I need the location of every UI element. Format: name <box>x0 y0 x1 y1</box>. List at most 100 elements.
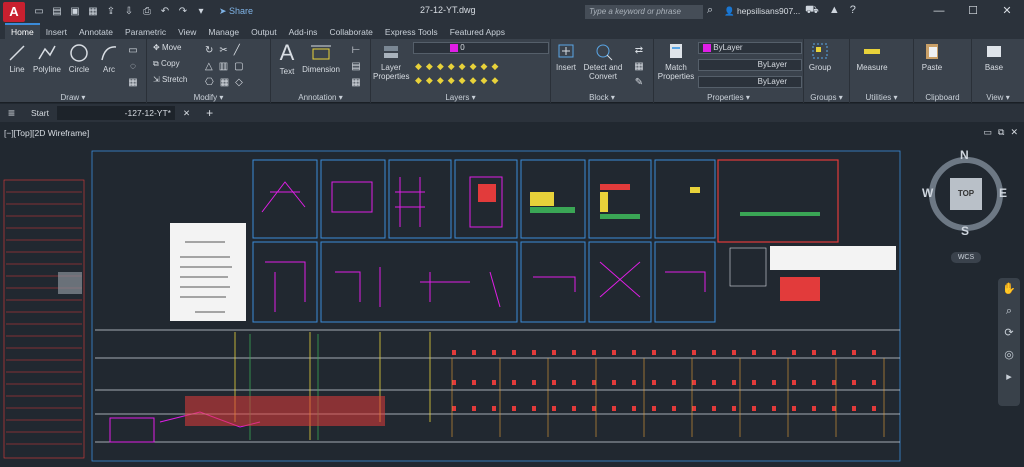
redo-icon[interactable]: ↷ <box>177 6 189 18</box>
layer-properties-label: Layer Properties <box>373 63 410 81</box>
minimize-icon[interactable]: — <box>922 0 956 23</box>
nav-tools[interactable]: ✋ ⌕ ⟳ ◎ ▸ <box>998 278 1020 388</box>
tab-start[interactable]: Start <box>23 108 57 118</box>
paste-button[interactable]: Paste <box>918 41 946 72</box>
block-panel: Insert Detect and Convert ⇄ ▦ ✎ Block ▾ <box>551 39 654 103</box>
layer-dropdown[interactable]: 0 <box>413 42 549 54</box>
copy-button[interactable]: ⧉ Copy <box>153 59 180 69</box>
linetype-value: ByLayer <box>757 60 787 69</box>
autodesk-app-icon[interactable]: ▲ <box>829 4 840 18</box>
properties-panel-label[interactable]: Properties ▾ <box>654 93 803 102</box>
customize-icon[interactable]: ▾ <box>195 6 207 18</box>
annotation-panel-label[interactable]: Annotation ▾ <box>271 93 370 102</box>
tab-collaborate[interactable]: Collaborate <box>323 25 378 39</box>
modify-extra-tools[interactable]: ↻✂╱ △▥▢ ⎔▦◇ <box>205 43 265 91</box>
text-button[interactable]: A Text <box>273 40 301 77</box>
circle-button[interactable]: Circle <box>66 43 92 74</box>
paste-icon <box>926 44 938 59</box>
match-properties-icon <box>670 44 682 58</box>
maximize-icon[interactable]: ☐ <box>956 0 990 23</box>
line-button[interactable]: Line <box>4 43 30 74</box>
clipboard-panel-label[interactable]: Clipboard <box>914 93 971 102</box>
layer-tools[interactable]: ◆◆◆◆◆◆◆◆ ◆◆◆◆◆◆◆◆ <box>415 59 545 87</box>
base-button[interactable]: Base <box>980 41 1008 72</box>
search-icon[interactable]: ⌕ <box>707 4 713 17</box>
close-tab-icon[interactable]: ✕ <box>175 108 198 119</box>
new-tab-icon[interactable]: + <box>198 106 221 120</box>
draw-panel-label[interactable]: Draw ▾ <box>0 93 146 102</box>
layer-properties-button[interactable]: Layer Properties <box>373 43 409 81</box>
utilities-panel-label[interactable]: Utilities ▾ <box>850 93 913 102</box>
match-properties-button[interactable]: Match Properties <box>656 41 696 81</box>
stretch-button[interactable]: ⇲ Stretch <box>153 75 187 84</box>
copy-icon: ⧉ <box>153 59 159 68</box>
move-button[interactable]: ✥ Move <box>153 43 182 52</box>
share-button[interactable]: ➤ Share <box>219 6 253 17</box>
text-icon: A <box>279 40 295 65</box>
layers-panel-label[interactable]: Layers ▾ <box>371 93 550 102</box>
tab-parametric[interactable]: Parametric <box>119 25 172 39</box>
cart-icon[interactable]: ⛟ <box>805 4 819 18</box>
color-dropdown[interactable]: ByLayer <box>698 42 802 54</box>
tab-featured-apps[interactable]: Featured Apps <box>444 25 511 39</box>
user-account[interactable]: 👤 hepsilisans907... <box>724 6 800 17</box>
lineweight-dropdown[interactable]: ByLayer <box>698 76 802 88</box>
wcs-dropdown[interactable]: WCS <box>951 252 981 263</box>
arc-label: Arc <box>103 65 115 74</box>
modify-panel: ✥ Move ⧉ Copy ⇲ Stretch ↻✂╱ △▥▢ ⎔▦◇ Modify… <box>147 39 271 103</box>
menu-icon[interactable]: ≡ <box>0 106 23 120</box>
viewcube-top-face[interactable]: TOP <box>950 178 982 210</box>
compass-west[interactable]: W <box>922 186 933 200</box>
tab-current-drawing[interactable]: -127-12-YT* <box>56 106 175 120</box>
compass-north[interactable]: N <box>960 148 969 162</box>
dimension-button[interactable]: Dimension <box>301 43 341 74</box>
compass-south[interactable]: S <box>961 224 969 238</box>
insert-button[interactable]: Insert <box>553 41 579 72</box>
save-as-icon[interactable]: ▦ <box>87 6 99 18</box>
tab-add-ins[interactable]: Add-ins <box>283 25 324 39</box>
undo-icon[interactable]: ↶ <box>159 6 171 18</box>
block-panel-label[interactable]: Block ▾ <box>551 93 653 102</box>
detect-convert-button[interactable]: Detect and Convert <box>581 41 625 81</box>
measure-button[interactable]: Measure <box>852 41 892 72</box>
current-layer: 0 <box>460 43 465 52</box>
group-button[interactable]: Group <box>806 41 834 72</box>
help-icon[interactable]: ? <box>850 4 856 18</box>
move-icon: ✥ <box>153 43 160 52</box>
lineweight-value: ByLayer <box>757 77 787 86</box>
tab-output[interactable]: Output <box>245 25 283 39</box>
download-icon[interactable]: ⇩ <box>123 6 135 18</box>
save-icon[interactable]: ▣ <box>69 6 81 18</box>
print-icon[interactable]: ⎙ <box>141 6 153 18</box>
title-icons: ⛟ ▲ ? <box>805 4 856 18</box>
open-file-icon[interactable]: ▤ <box>51 6 63 18</box>
search-input[interactable]: Type a keyword or phrase <box>585 5 703 19</box>
polyline-button[interactable]: Polyline <box>30 43 64 74</box>
draw-extra-tools[interactable]: ▭ ◌ ▦ <box>124 43 142 91</box>
modify-panel-label[interactable]: Modify ▾ <box>147 93 270 102</box>
tab-view[interactable]: View <box>172 25 202 39</box>
drawing-canvas[interactable]: [−][Top][2D Wireframe] ▭ ⧉ ✕ N S E W TOP… <box>0 122 1024 467</box>
tab-manage[interactable]: Manage <box>202 25 245 39</box>
tab-annotate[interactable]: Annotate <box>73 25 119 39</box>
navigation-bar: ✋ ⌕ ⟳ ◎ ▸ <box>998 278 1020 406</box>
group-icon <box>812 43 828 59</box>
tab-home[interactable]: Home <box>5 23 40 39</box>
groups-panel-label[interactable]: Groups ▾ <box>804 93 849 102</box>
new-file-icon[interactable]: ▭ <box>33 6 45 18</box>
linetype-dropdown[interactable]: ByLayer <box>698 59 802 71</box>
arc-button[interactable]: Arc <box>96 43 122 74</box>
viewcube[interactable]: N S E W TOP <box>922 148 1010 238</box>
upload-icon[interactable]: ⇪ <box>105 6 117 18</box>
tab-insert[interactable]: Insert <box>40 25 73 39</box>
close-icon[interactable]: ✕ <box>990 0 1024 23</box>
move-label: Move <box>161 43 182 52</box>
app-logo[interactable]: A <box>3 1 25 22</box>
tab-express-tools[interactable]: Express Tools <box>379 25 444 39</box>
line-icon <box>9 45 25 61</box>
block-extra-tools[interactable]: ⇄ ▦ ✎ <box>629 43 649 91</box>
compass-east[interactable]: E <box>999 186 1007 200</box>
view-panel-label[interactable]: View ▾ <box>972 93 1024 102</box>
layers-panel: Layer Properties 0 ◆◆◆◆◆◆◆◆ ◆◆◆◆◆◆◆◆ Laye… <box>371 39 551 103</box>
annotation-extra-tools[interactable]: ⊢ ▤ ▦ <box>345 43 367 91</box>
